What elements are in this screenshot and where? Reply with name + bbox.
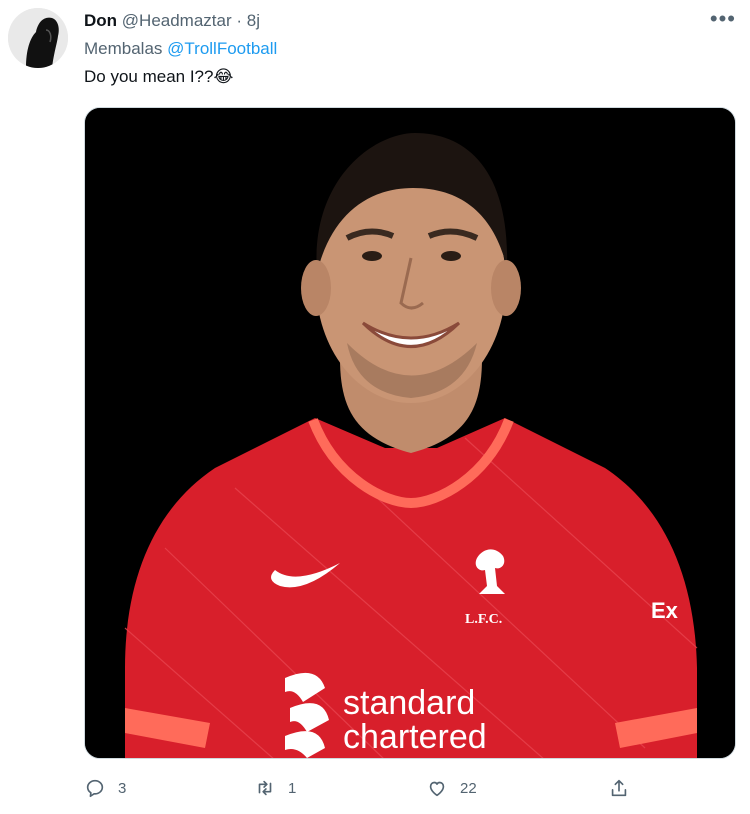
ellipsis-icon: ••• <box>709 6 736 31</box>
reply-mention-link[interactable]: @TrollFootball <box>167 39 277 58</box>
author-name[interactable]: Don <box>84 11 117 30</box>
tweet-header: Don @Headmaztar · 8j <box>84 10 260 32</box>
sponsor-logo-icon <box>285 672 329 758</box>
retweet-button[interactable]: 1 <box>254 772 296 804</box>
avatar[interactable] <box>8 8 68 68</box>
crest-text: L.F.C. <box>465 612 502 627</box>
reply-count: 3 <box>118 779 127 797</box>
tweet-text: Do you mean I??😂 <box>84 66 233 88</box>
tweet-media[interactable]: L.F.C. standard chartered Ex <box>84 107 736 759</box>
sponsor-line-2: chartered <box>343 718 487 756</box>
reply-icon <box>86 779 104 798</box>
player-photo: L.F.C. standard chartered Ex <box>85 108 735 758</box>
tweet-actions: 3 1 22 <box>84 772 644 804</box>
more-options-button[interactable]: ••• <box>710 8 736 30</box>
heart-icon <box>429 781 445 797</box>
retweet-count: 1 <box>288 779 297 797</box>
retweet-icon <box>258 780 272 796</box>
avatar-face-icon <box>8 8 68 68</box>
sponsor-line-1: standard <box>343 684 475 722</box>
reply-context: Membalas @TrollFootball <box>84 38 277 60</box>
author-handle[interactable]: @Headmaztar <box>122 11 232 30</box>
reply-button[interactable]: 3 <box>84 772 126 804</box>
separator-dot: · <box>236 11 243 30</box>
reply-prefix: Membalas <box>84 39 163 58</box>
tweet-timestamp[interactable]: 8j <box>247 11 260 30</box>
share-icon <box>611 779 627 797</box>
laughing-emoji: 😂 <box>213 67 234 86</box>
sleeve-text: Ex <box>651 598 679 623</box>
like-count: 22 <box>460 779 477 797</box>
like-button[interactable]: 22 <box>426 772 477 804</box>
share-button[interactable] <box>608 772 630 804</box>
tweet-body: Do you mean I?? <box>84 67 214 86</box>
